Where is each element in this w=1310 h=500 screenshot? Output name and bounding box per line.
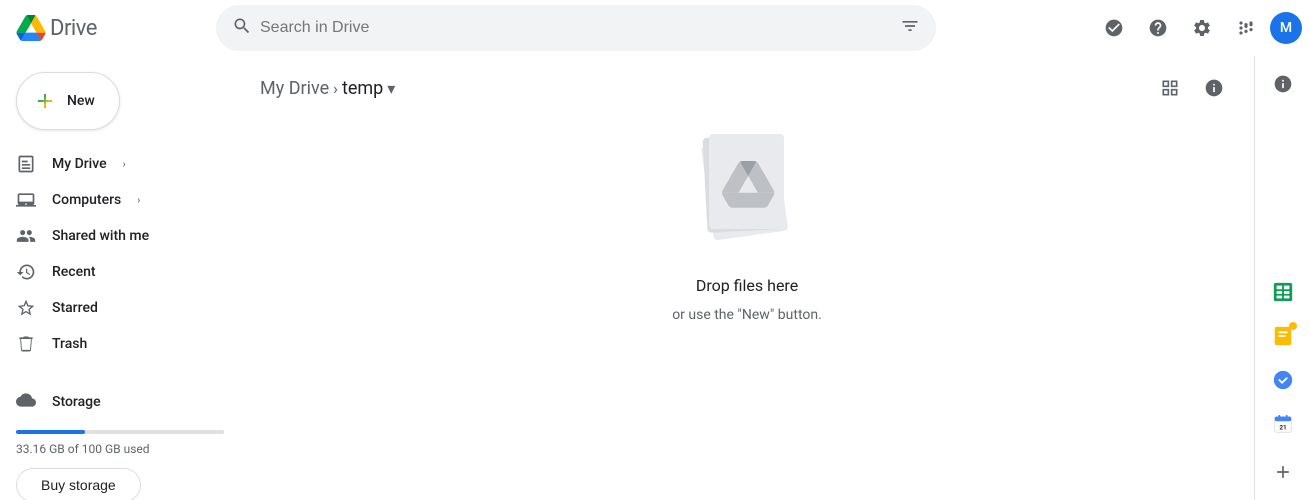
sidebar-item-label: My Drive [52, 156, 107, 172]
breadcrumb-current[interactable]: temp ▾ [342, 78, 395, 99]
new-plus-icon [33, 89, 57, 113]
storage-label: Storage [16, 386, 224, 418]
svg-text:21: 21 [1279, 424, 1286, 432]
content-header: My Drive › temp ▾ [240, 56, 1254, 116]
chevron-right-icon: › [123, 159, 126, 170]
buy-storage-button[interactable]: Buy storage [16, 468, 141, 500]
sidebar-item-recent[interactable]: Recent [0, 254, 224, 290]
computers-icon [16, 190, 36, 210]
search-icon [232, 16, 252, 41]
breadcrumb-parent[interactable]: My Drive [260, 78, 329, 99]
right-sidebar: 21 [1254, 56, 1310, 500]
sidebar-item-trash[interactable]: Trash [0, 326, 224, 362]
info-button[interactable] [1194, 68, 1234, 108]
sidebar-item-label: Shared with me [52, 228, 149, 244]
breadcrumb: My Drive › temp ▾ [260, 78, 395, 99]
storage-section: Storage 33.16 GB of 100 GB used Buy stor… [0, 378, 240, 500]
checked-icon-btn[interactable] [1094, 8, 1134, 48]
search-input[interactable] [260, 19, 892, 37]
sidebar-item-my-drive[interactable]: My Drive › [0, 146, 224, 182]
tasks-button[interactable] [1263, 360, 1303, 400]
my-drive-icon [16, 154, 36, 174]
header-actions: M [1094, 8, 1302, 48]
cloud-icon [16, 390, 36, 414]
details-panel-button[interactable] [1263, 64, 1303, 104]
chevron-down-icon: ▾ [387, 79, 395, 98]
shared-icon [16, 226, 36, 246]
help-icon-btn[interactable] [1138, 8, 1178, 48]
avatar[interactable]: M [1270, 12, 1302, 44]
drive-logo-icon [16, 15, 46, 41]
search-filter-icon[interactable] [900, 16, 920, 40]
main-content: My Drive › temp ▾ [240, 56, 1254, 500]
search-bar[interactable] [216, 5, 936, 51]
content-area: New My Drive › Computers [0, 56, 1310, 500]
settings-icon-btn[interactable] [1182, 8, 1222, 48]
empty-state-subtitle: or use the "New" button. [672, 307, 822, 323]
empty-state-title: Drop files here [696, 276, 798, 295]
drive-logo: Drive [16, 15, 97, 41]
empty-state-illustration [687, 116, 807, 256]
notification-badge [1289, 322, 1297, 330]
apps-icon-btn[interactable] [1226, 8, 1266, 48]
sidebar-item-label: Recent [52, 264, 96, 280]
new-button[interactable]: New [16, 72, 120, 130]
app-title: Drive [50, 16, 97, 41]
grid-view-button[interactable] [1150, 68, 1190, 108]
sheets-button[interactable] [1263, 272, 1303, 312]
keep-button[interactable] [1263, 316, 1303, 356]
sidebar-item-shared-with-me[interactable]: Shared with me [0, 218, 224, 254]
recent-icon [16, 262, 36, 282]
app: Drive [0, 0, 1310, 500]
drop-files-illustration [687, 116, 807, 256]
storage-used-text: 33.16 GB of 100 GB used [16, 442, 224, 456]
sidebar: New My Drive › Computers [0, 56, 240, 500]
sidebar-item-starred[interactable]: Starred [0, 290, 224, 326]
starred-icon [16, 298, 36, 318]
storage-bar [16, 430, 224, 434]
storage-bar-fill [16, 430, 85, 434]
empty-state: Drop files here or use the "New" button. [240, 116, 1254, 323]
chevron-right-icon: › [137, 195, 140, 206]
header: Drive [0, 0, 1310, 56]
breadcrumb-separator: › [333, 79, 338, 98]
sidebar-item-label: Starred [52, 300, 98, 316]
logo-area: Drive [8, 15, 208, 41]
sidebar-item-label: Trash [52, 336, 87, 352]
add-apps-button[interactable] [1263, 452, 1303, 492]
trash-icon [16, 334, 36, 354]
main-content-wrapper: Drop files here or use the "New" button. [240, 116, 1254, 500]
sidebar-item-computers[interactable]: Computers › [0, 182, 224, 218]
sidebar-item-label: Computers [52, 192, 121, 208]
breadcrumb-current-text: temp [342, 78, 383, 99]
content-actions [1150, 68, 1234, 108]
new-label: New [67, 93, 95, 109]
storage-title: Storage [52, 394, 101, 410]
calendar-button[interactable]: 21 [1263, 404, 1303, 444]
